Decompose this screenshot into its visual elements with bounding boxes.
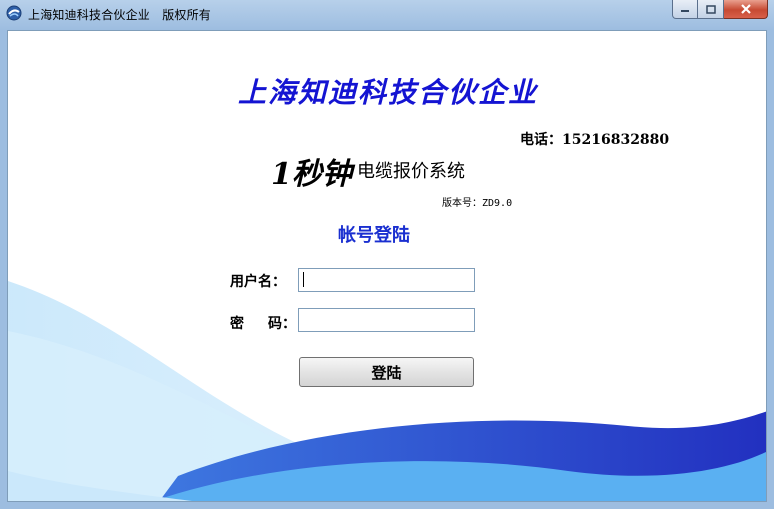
username-label: 用户名： bbox=[230, 274, 286, 290]
window-title: 上海知迪科技合伙企业 版权所有 bbox=[28, 8, 212, 22]
version-label: 版本号： bbox=[442, 198, 482, 209]
login-heading: 帐号登陆 bbox=[338, 225, 410, 246]
phone-number: 电话：15216832880 bbox=[520, 132, 670, 148]
username-input[interactable] bbox=[298, 268, 475, 292]
password-label-part2: 码： bbox=[268, 316, 296, 332]
app-logo-icon bbox=[6, 5, 22, 21]
maximize-button[interactable] bbox=[698, 0, 724, 19]
minimize-button[interactable] bbox=[672, 0, 698, 19]
login-window: 上海知迪科技合伙企业 版权所有 上海知迪科技合伙企业 电话：1521683288… bbox=[0, 0, 774, 509]
text-caret bbox=[303, 272, 304, 287]
product-logo: 1秒钟 bbox=[271, 157, 352, 192]
close-icon bbox=[740, 4, 751, 14]
maximize-icon bbox=[705, 4, 716, 14]
system-name: 电缆报价系统 bbox=[357, 161, 465, 182]
password-input[interactable] bbox=[298, 308, 475, 332]
client-area: 上海知迪科技合伙企业 电话：15216832880 1秒钟 电缆报价系统 版本号… bbox=[7, 30, 767, 502]
version-value: ZD9.0 bbox=[482, 198, 513, 209]
login-button[interactable]: 登陆 bbox=[299, 357, 474, 387]
company-title: 上海知迪科技合伙企业 bbox=[237, 76, 538, 109]
password-label-part1: 密 bbox=[230, 316, 244, 332]
title-bar[interactable]: 上海知迪科技合伙企业 版权所有 bbox=[0, 0, 774, 30]
password-label: 密 码： bbox=[230, 313, 296, 333]
minimize-icon bbox=[681, 10, 689, 12]
caption-buttons bbox=[672, 0, 768, 20]
version-info: 版本号：ZD9.0 bbox=[442, 194, 512, 209]
close-button[interactable] bbox=[724, 0, 768, 19]
